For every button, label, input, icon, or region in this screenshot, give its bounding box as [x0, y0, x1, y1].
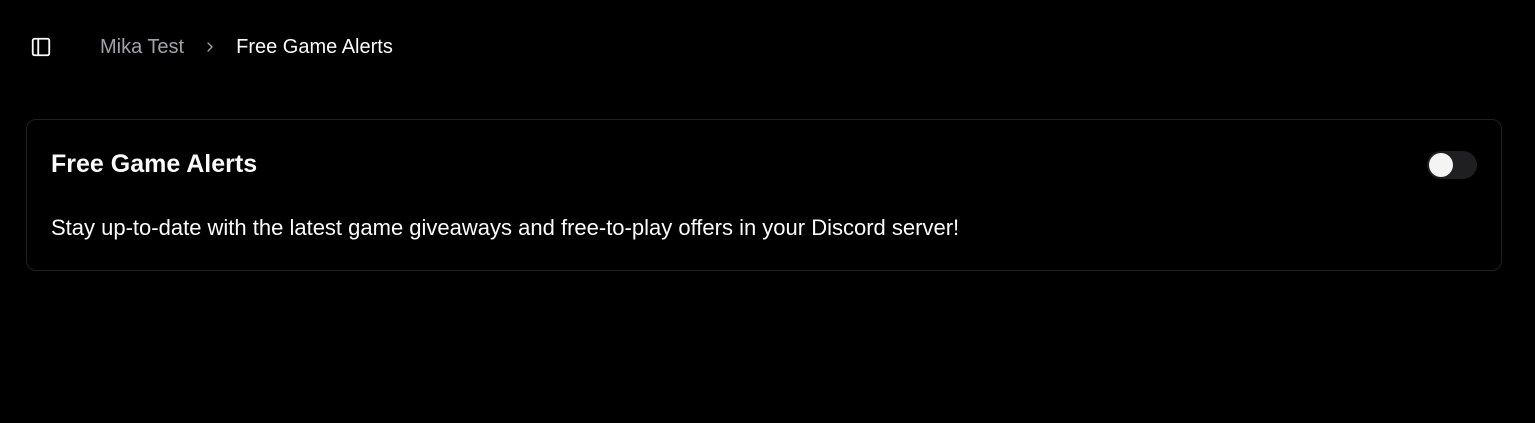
free-game-alerts-toggle[interactable] [1427, 151, 1477, 179]
chevron-right-icon [202, 39, 218, 55]
free-game-alerts-card: Free Game Alerts Stay up-to-date with th… [26, 119, 1502, 271]
panel-left-icon [31, 37, 51, 57]
breadcrumb: Mika Test Free Game Alerts [100, 35, 393, 59]
card-title: Free Game Alerts [51, 150, 258, 178]
page-header: Mika Test Free Game Alerts [0, 0, 1535, 94]
breadcrumb-parent-link[interactable]: Mika Test [100, 36, 184, 59]
card-description: Stay up-to-date with the latest game giv… [51, 215, 960, 240]
toggle-knob [1429, 153, 1453, 177]
sidebar-toggle-button[interactable] [26, 32, 56, 62]
breadcrumb-current-page: Free Game Alerts [236, 35, 393, 58]
